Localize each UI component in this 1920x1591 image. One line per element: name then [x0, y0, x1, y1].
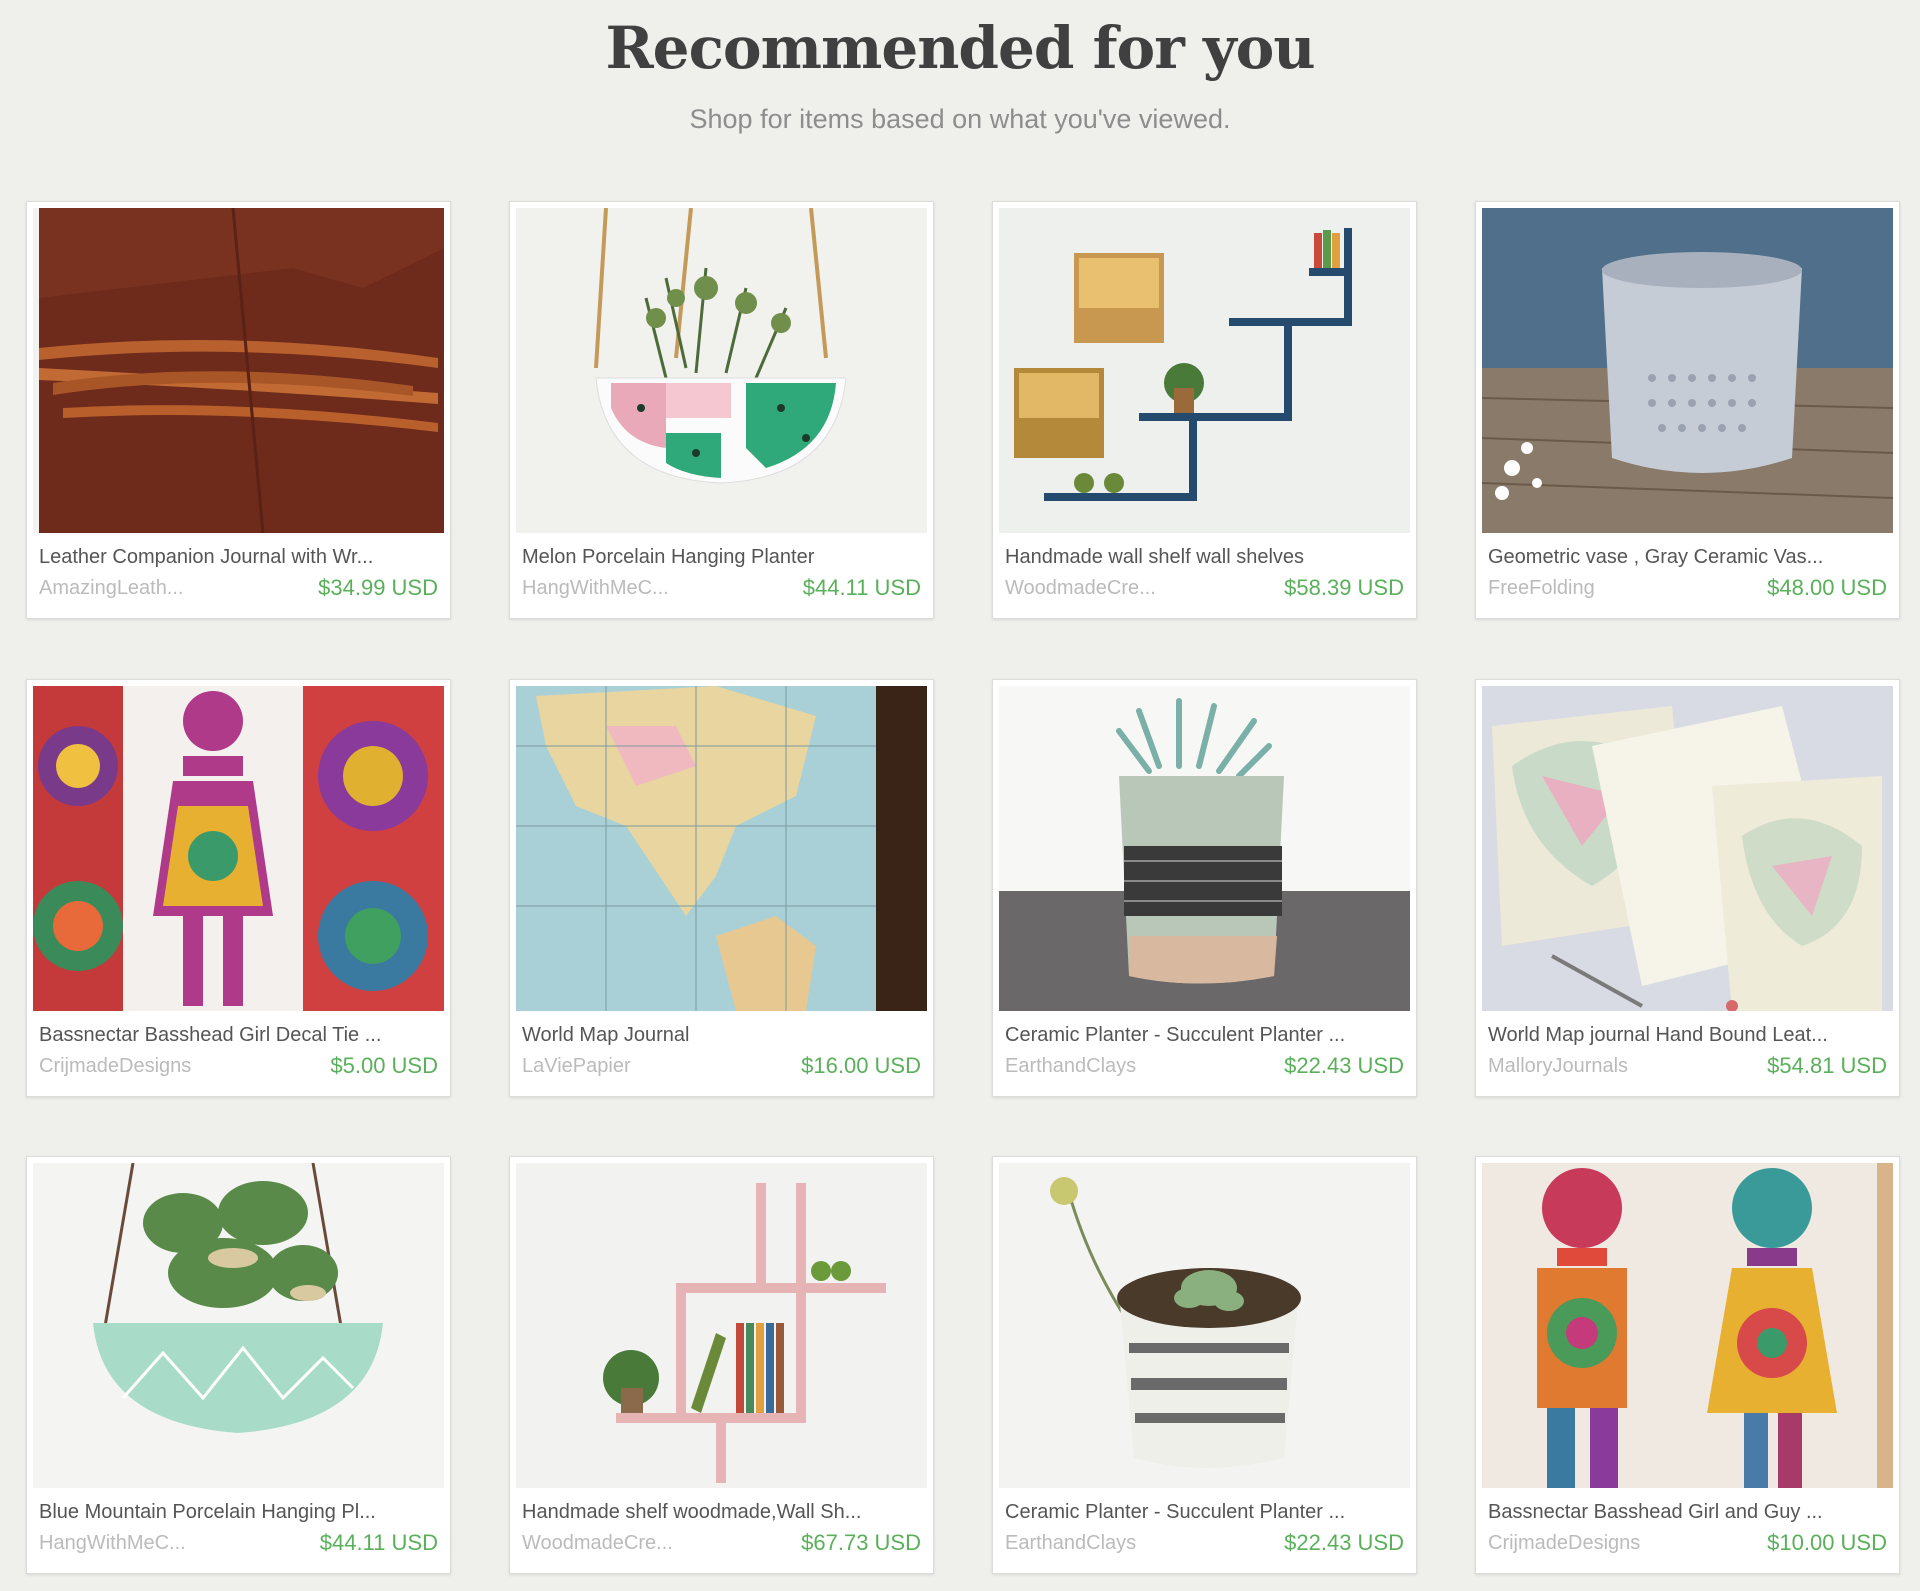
item-title[interactable]: Leather Companion Journal with Wr... — [39, 546, 439, 569]
product-card[interactable]: Bassnectar Basshead Girl Decal Tie ... C… — [26, 679, 451, 1097]
shop-name[interactable]: LaViePapier — [522, 1055, 722, 1078]
shop-name[interactable]: MalloryJournals — [1488, 1055, 1688, 1078]
item-price: $16.00 USD — [801, 1053, 921, 1078]
item-title[interactable]: Handmade shelf woodmade,Wall Sh... — [522, 1501, 922, 1524]
item-title[interactable]: Bassnectar Basshead Girl and Guy ... — [1488, 1501, 1888, 1524]
item-title[interactable]: Blue Mountain Porcelain Hanging Pl... — [39, 1501, 439, 1524]
item-price: $44.11 USD — [802, 575, 921, 600]
page-title: Recommended for you — [605, 14, 1315, 82]
shop-name[interactable]: CrijmadeDesigns — [39, 1055, 239, 1078]
striped-planter-image[interactable] — [999, 1163, 1410, 1488]
item-price: $44.11 USD — [319, 1530, 438, 1555]
product-card[interactable]: Ceramic Planter - Succulent Planter ... … — [992, 1156, 1417, 1574]
shop-name[interactable]: HangWithMeC... — [39, 1532, 239, 1555]
product-card[interactable]: World Map Journal LaViePapier $16.00 USD — [509, 679, 934, 1097]
wall-shelf-image[interactable] — [999, 208, 1410, 533]
item-title[interactable]: Geometric vase , Gray Ceramic Vas... — [1488, 546, 1888, 569]
shop-name[interactable]: EarthandClays — [1005, 1055, 1205, 1078]
item-title[interactable]: World Map journal Hand Bound Leat... — [1488, 1024, 1888, 1047]
shop-name[interactable]: EarthandClays — [1005, 1532, 1205, 1555]
product-card[interactable]: Handmade wall shelf wall shelves Woodmad… — [992, 201, 1417, 619]
blue-mountain-planter-image[interactable] — [33, 1163, 444, 1488]
item-price: $58.39 USD — [1284, 575, 1404, 600]
item-title[interactable]: World Map Journal — [522, 1024, 922, 1047]
item-price: $48.00 USD — [1767, 575, 1887, 600]
product-card[interactable]: Leather Companion Journal with Wr... Ama… — [26, 201, 451, 619]
item-price: $10.00 USD — [1767, 1530, 1887, 1555]
item-price: $22.43 USD — [1284, 1530, 1404, 1555]
item-price: $54.81 USD — [1767, 1053, 1887, 1078]
shop-name[interactable]: AmazingLeath... — [39, 577, 239, 600]
map-journal-leather-image[interactable] — [1482, 686, 1893, 1011]
product-card[interactable]: Ceramic Planter - Succulent Planter ... … — [992, 679, 1417, 1097]
product-card[interactable]: Geometric vase , Gray Ceramic Vas... Fre… — [1475, 201, 1900, 619]
product-card[interactable]: Handmade shelf woodmade,Wall Sh... Woodm… — [509, 1156, 934, 1574]
item-price: $5.00 USD — [330, 1053, 438, 1078]
item-price: $22.43 USD — [1284, 1053, 1404, 1078]
item-title[interactable]: Melon Porcelain Hanging Planter — [522, 546, 922, 569]
shop-name[interactable]: HangWithMeC... — [522, 577, 722, 600]
shop-name[interactable]: FreeFolding — [1488, 577, 1688, 600]
world-map-journal-image[interactable] — [516, 686, 927, 1011]
page-subtitle: Shop for items based on what you've view… — [689, 104, 1231, 134]
pink-shelf-image[interactable] — [516, 1163, 927, 1488]
ceramic-planter-image[interactable] — [999, 686, 1410, 1011]
shop-name[interactable]: CrijmadeDesigns — [1488, 1532, 1688, 1555]
item-title[interactable]: Handmade wall shelf wall shelves — [1005, 546, 1405, 569]
product-card[interactable]: World Map journal Hand Bound Leat... Mal… — [1475, 679, 1900, 1097]
melon-planter-image[interactable] — [516, 208, 927, 533]
item-title[interactable]: Ceramic Planter - Succulent Planter ... — [1005, 1501, 1405, 1524]
leather-journal-image[interactable] — [33, 208, 444, 533]
item-price: $34.99 USD — [318, 575, 438, 600]
tie-dye-decal-image[interactable] — [33, 686, 444, 1011]
product-card[interactable]: Bassnectar Basshead Girl and Guy ... Cri… — [1475, 1156, 1900, 1574]
item-price: $67.73 USD — [801, 1530, 921, 1555]
item-title[interactable]: Bassnectar Basshead Girl Decal Tie ... — [39, 1024, 439, 1047]
shop-name[interactable]: WoodmadeCre... — [1005, 577, 1205, 600]
item-title[interactable]: Ceramic Planter - Succulent Planter ... — [1005, 1024, 1405, 1047]
shop-name[interactable]: WoodmadeCre... — [522, 1532, 722, 1555]
product-card[interactable]: Melon Porcelain Hanging Planter HangWith… — [509, 201, 934, 619]
geometric-vase-image[interactable] — [1482, 208, 1893, 533]
tie-dye-pair-image[interactable] — [1482, 1163, 1893, 1488]
product-card[interactable]: Blue Mountain Porcelain Hanging Pl... Ha… — [26, 1156, 451, 1574]
